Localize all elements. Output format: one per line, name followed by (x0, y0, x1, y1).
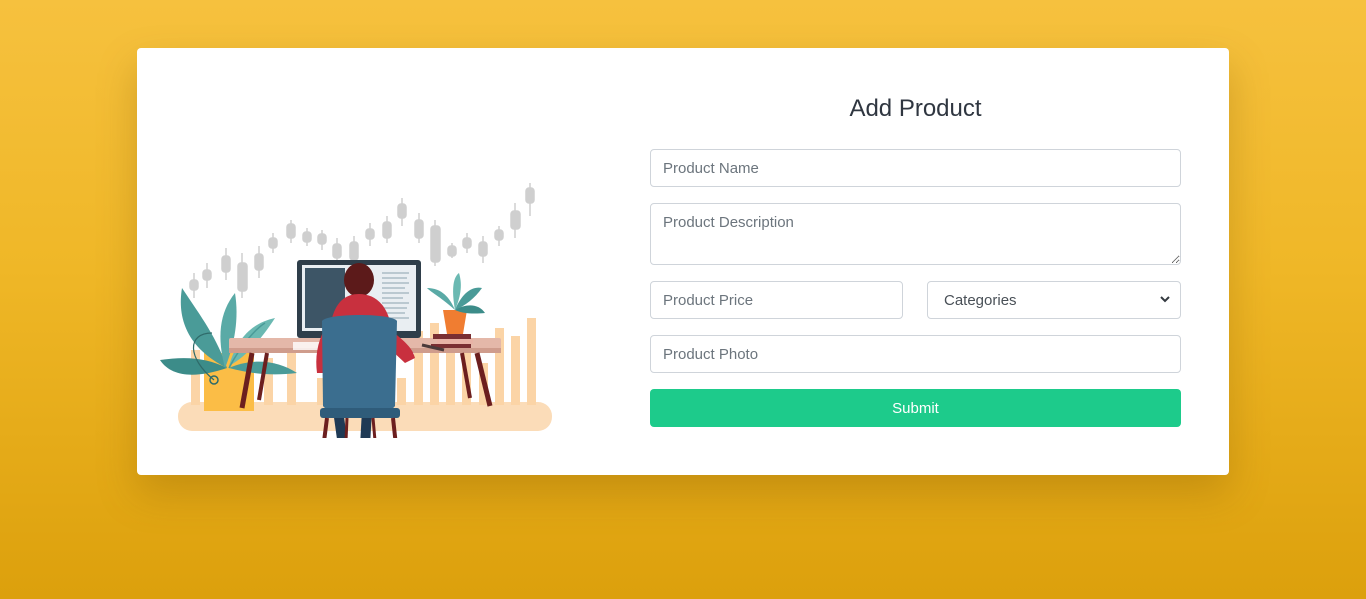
product-name-input[interactable] (650, 149, 1181, 187)
submit-button[interactable]: Submit (650, 389, 1181, 427)
form-title: Add Product (849, 95, 982, 122)
product-price-input[interactable] (650, 281, 903, 319)
chevron-down-icon (1160, 296, 1170, 303)
desk-worker-illustration (160, 183, 552, 438)
add-product-card: Add Product Categories Submit (137, 48, 1229, 475)
product-photo-input[interactable] (650, 335, 1181, 373)
product-description-input[interactable] (650, 203, 1181, 265)
desk-plant (427, 273, 485, 348)
categories-select[interactable]: Categories (927, 281, 1181, 319)
categories-select-value: Categories (927, 281, 1181, 319)
